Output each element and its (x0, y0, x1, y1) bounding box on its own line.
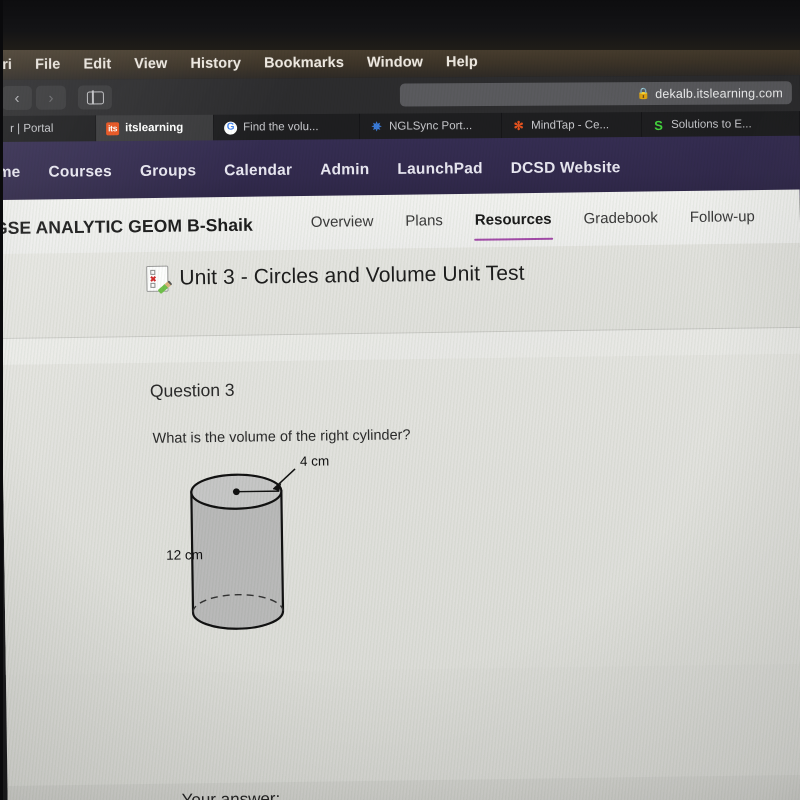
address-bar-url: dekalb.itslearning.com (655, 85, 783, 101)
nav-item-launchpad[interactable]: LaunchPad (397, 160, 482, 179)
browser-toolbar: ‹ › 🔒 dekalb.itslearning.com (0, 75, 800, 116)
tab-follow-up[interactable]: Follow-up (690, 208, 755, 229)
nav-item-dcsd-website[interactable]: DCSD Website (511, 159, 621, 178)
itslearning-icon: its (106, 121, 120, 135)
menu-item-edit[interactable]: Edit (83, 56, 111, 72)
cylinder-body (190, 489, 285, 630)
browser-chrome: ‹ › 🔒 dekalb.itslearning.com r | Portal … (0, 75, 800, 142)
radius-leader-line (272, 468, 296, 490)
answer-label: Your answer: (181, 789, 281, 800)
radius-label: 4 cm (299, 453, 330, 469)
tab-resources[interactable]: Resources (475, 211, 552, 232)
browser-tab-itslearning[interactable]: its itslearning (96, 114, 215, 142)
test-document-icon: ✖ (146, 265, 173, 294)
browser-tab-find-the-volume[interactable]: G Find the volu... (214, 113, 361, 141)
browser-tab-nglsync[interactable]: ✵ NGLSync Port... (360, 112, 503, 140)
tab-label: Find the volu... (243, 121, 319, 134)
nav-item-calendar[interactable]: Calendar (224, 162, 292, 181)
test-title: Unit 3 - Circles and Volume Unit Test (179, 261, 525, 290)
screen-photo: ari File Edit View History Bookmarks Win… (0, 0, 800, 800)
chevron-right-icon: › (48, 89, 54, 107)
browser-tab-portal[interactable]: r | Portal (0, 115, 97, 142)
radius-line (236, 490, 280, 493)
menu-item-bookmarks[interactable]: Bookmarks (264, 55, 344, 71)
forward-button[interactable]: › (35, 85, 66, 110)
question-card: Question 3 What is the volume of the rig… (1, 353, 800, 800)
question-prompt: What is the volume of the right cylinder… (152, 427, 411, 447)
sidebar-toggle-icon (86, 90, 104, 104)
nav-item-groups[interactable]: Groups (140, 162, 196, 180)
mindtap-icon: ✻ (513, 118, 524, 133)
question-number: Question 3 (149, 379, 235, 401)
macos-menu-bar: ari File Edit View History Bookmarks Win… (0, 45, 800, 80)
lock-icon: 🔒 (636, 88, 651, 101)
back-button[interactable]: ‹ (1, 85, 32, 110)
nav-item-courses[interactable]: Courses (48, 163, 112, 181)
chevron-left-icon: ‹ (14, 89, 20, 107)
menu-item-help[interactable]: Help (446, 54, 478, 70)
nav-item-admin[interactable]: Admin (320, 161, 369, 179)
tab-label: Solutions to E... (671, 118, 752, 131)
tab-label: MindTap - Ce... (531, 119, 610, 132)
menu-item-view[interactable]: View (134, 56, 167, 72)
menu-item-window[interactable]: Window (367, 54, 423, 70)
tab-label: NGLSync Port... (389, 120, 473, 133)
menu-item-file[interactable]: File (35, 57, 60, 73)
page-content: ✖ Unit 3 - Circles and Volume Unit Test … (0, 242, 800, 800)
slader-icon: S (654, 117, 663, 133)
monitor-bezel-left (0, 0, 3, 800)
sidebar-toggle-button[interactable] (77, 85, 112, 110)
cylinder-figure: 4 cm 12 cm (161, 452, 394, 655)
tab-label: r | Portal (10, 122, 54, 135)
tab-plans[interactable]: Plans (405, 212, 443, 232)
browser-tab-mindtap[interactable]: ✻ MindTap - Ce... (502, 112, 643, 139)
test-header: ✖ Unit 3 - Circles and Volume Unit Test (146, 261, 525, 294)
nav-item-home[interactable]: ome (0, 164, 21, 182)
tab-gradebook[interactable]: Gradebook (583, 209, 657, 230)
menu-item-history[interactable]: History (190, 56, 241, 72)
height-label: 12 cm (166, 547, 204, 563)
course-tab-list: Overview Plans Resources Gradebook Follo… (311, 208, 755, 234)
address-bar[interactable]: 🔒 dekalb.itslearning.com (399, 81, 792, 107)
google-icon: G (224, 121, 238, 135)
answer-band (7, 774, 800, 800)
monitor-bezel-top (0, 0, 800, 50)
nglsync-icon: ✵ (371, 119, 382, 134)
tab-overview[interactable]: Overview (311, 213, 374, 234)
course-title: GSE ANALYTIC GEOM B-Shaik (0, 214, 253, 238)
tab-label: itslearning (125, 121, 184, 135)
browser-tab-solutions[interactable]: S Solutions to E... (642, 111, 800, 139)
